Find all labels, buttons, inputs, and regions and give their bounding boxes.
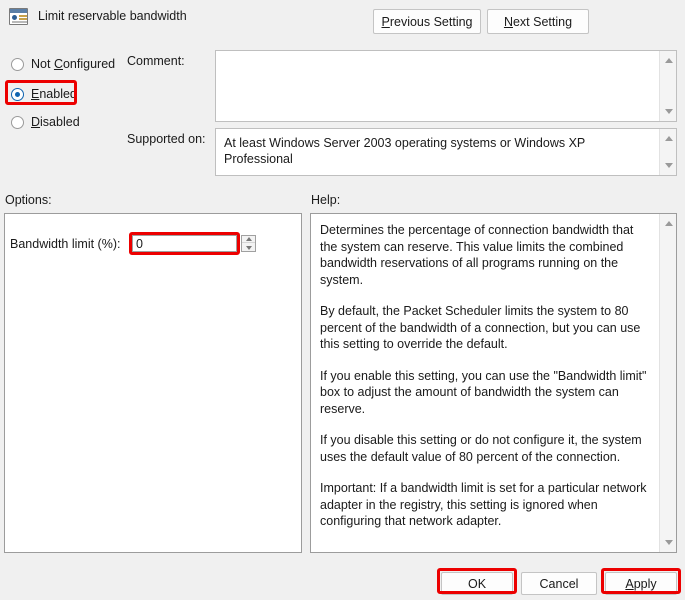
scroll-down-icon[interactable] <box>660 535 677 550</box>
bandwidth-limit-input[interactable] <box>132 235 237 252</box>
scroll-up-icon[interactable] <box>660 216 677 231</box>
help-scrollbar[interactable] <box>659 214 676 552</box>
scroll-up-icon[interactable] <box>660 53 676 68</box>
dialog-title: Limit reservable bandwidth <box>38 9 187 23</box>
supported-on-scrollbar[interactable] <box>659 129 676 175</box>
bandwidth-limit-spinner[interactable] <box>241 235 256 252</box>
comment-scrollbar[interactable] <box>659 51 676 121</box>
supported-on-label: Supported on: <box>127 132 206 146</box>
comment-textbox[interactable] <box>215 50 677 122</box>
scroll-down-icon[interactable] <box>660 158 676 173</box>
supported-on-textbox: At least Windows Server 2003 operating s… <box>215 128 677 176</box>
previous-setting-button[interactable]: Previous Setting <box>373 9 481 34</box>
group-policy-setting-dialog: Limit reservable bandwidth Previous Sett… <box>0 0 685 600</box>
comment-label: Comment: <box>127 54 185 68</box>
spinner-up-icon[interactable] <box>242 236 255 243</box>
help-paragraph: Important: If a bandwidth limit is set f… <box>320 481 647 528</box>
options-label: Options: <box>5 193 52 207</box>
radio-disabled-label: Disabled <box>31 115 80 129</box>
radio-disabled[interactable]: Disabled <box>11 113 80 131</box>
radio-mark-selected-icon <box>11 87 24 101</box>
supported-on-text: At least Windows Server 2003 operating s… <box>224 136 586 166</box>
help-paragraph: If you enable this setting, you can use … <box>320 368 647 416</box>
help-text: Determines the percentage of connection … <box>311 214 658 552</box>
radio-mark-icon <box>11 57 24 71</box>
radio-mark-icon <box>11 115 24 129</box>
ok-button[interactable]: OK <box>441 572 513 595</box>
dialog-header: Limit reservable bandwidth Previous Sett… <box>0 0 685 44</box>
radio-not-configured[interactable]: Not Configured <box>11 55 115 73</box>
radio-enabled-label: Enabled <box>31 87 77 101</box>
options-panel <box>4 213 302 553</box>
radio-enabled[interactable]: Enabled <box>11 85 77 103</box>
help-paragraph: By default, the Packet Scheduler limits … <box>320 304 641 351</box>
comment-text[interactable] <box>216 51 658 121</box>
scroll-up-icon[interactable] <box>660 131 676 146</box>
radio-not-configured-label: Not Configured <box>31 57 116 71</box>
apply-button[interactable]: Apply <box>605 572 677 595</box>
scroll-down-icon[interactable] <box>660 104 676 119</box>
spinner-down-icon[interactable] <box>242 244 255 251</box>
bandwidth-limit-label: Bandwidth limit (%): <box>10 237 121 251</box>
policy-setting-icon <box>9 8 28 25</box>
cancel-button[interactable]: Cancel <box>521 572 597 595</box>
help-panel: Determines the percentage of connection … <box>310 213 677 553</box>
next-setting-button[interactable]: Next Setting <box>487 9 589 34</box>
help-paragraph: Determines the percentage of connection … <box>320 223 634 287</box>
help-paragraph: If you disable this setting or do not co… <box>320 433 642 464</box>
help-label: Help: <box>311 193 341 207</box>
